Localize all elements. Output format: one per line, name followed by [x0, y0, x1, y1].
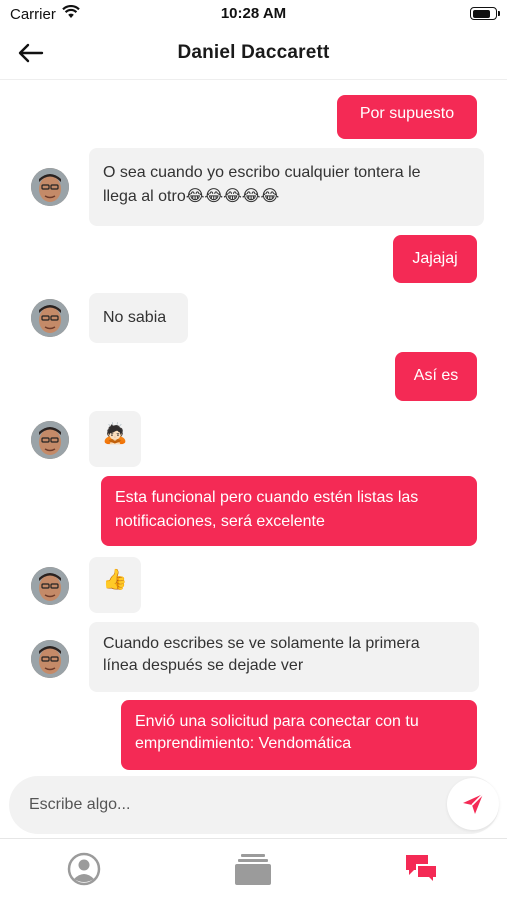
message-emoji: 👍	[102, 569, 128, 591]
message-text-line: llega al otro😂😂😂😂😂	[103, 188, 280, 205]
message-outgoing[interactable]: Por supuesto	[337, 95, 477, 139]
avatar[interactable]	[31, 421, 69, 459]
tab-cards[interactable]	[223, 847, 283, 891]
message-text: Así es	[413, 367, 459, 384]
user-icon	[67, 852, 101, 886]
message-outgoing[interactable]: Así es	[395, 352, 477, 401]
message-text-line: Cuando escribes se ve solamente la prime…	[103, 635, 420, 652]
message-emoji: 🙇🏻	[102, 423, 128, 445]
send-button[interactable]	[447, 778, 499, 830]
status-bar: Carrier 10:28 AM	[0, 0, 507, 28]
message-list[interactable]: Por supuesto O sea cuando yo escribo cua…	[0, 81, 507, 771]
message-input[interactable]	[9, 776, 499, 834]
send-icon	[463, 793, 484, 814]
message-text-line: emprendimiento: Vendomática	[135, 735, 352, 752]
page-title: Daniel Daccarett	[177, 42, 330, 63]
message-incoming[interactable]: Cuando escribes se ve solamente la prime…	[89, 622, 479, 692]
message-text-line: línea después se dejade ver	[103, 657, 304, 674]
battery-level	[472, 9, 491, 18]
message-incoming[interactable]: O sea cuando yo escribo cualquier tonter…	[89, 148, 484, 226]
avatar[interactable]	[31, 299, 69, 337]
avatar[interactable]	[31, 168, 69, 206]
message-incoming[interactable]: 🙇🏻	[89, 411, 141, 467]
tab-profile[interactable]	[54, 847, 114, 891]
message-text: Jajajaj	[412, 250, 458, 267]
avatar[interactable]	[31, 567, 69, 605]
chat-icon	[406, 855, 438, 884]
message-text: No sabia	[103, 309, 167, 326]
message-composer	[0, 772, 507, 838]
avatar[interactable]	[31, 640, 69, 678]
clock: 10:28 AM	[220, 5, 287, 22]
message-text-line: O sea cuando yo escribo cualquier tonter…	[103, 164, 421, 181]
message-incoming[interactable]: 👍	[89, 557, 141, 613]
message-text-line: Envió una solicitud para conectar con tu	[135, 713, 419, 730]
tab-messages[interactable]	[392, 847, 452, 891]
message-text: Por supuesto	[359, 105, 455, 122]
tab-bar	[0, 838, 507, 900]
message-outgoing[interactable]: Jajajaj	[393, 235, 477, 283]
message-incoming[interactable]: No sabia	[89, 293, 188, 343]
message-text-line: Esta funcional pero cuando estén listas …	[115, 489, 419, 506]
cards-icon	[235, 854, 271, 885]
message-outgoing[interactable]: Envió una solicitud para conectar con tu…	[121, 700, 477, 770]
chat-header: Daniel Daccarett	[0, 28, 507, 80]
message-outgoing[interactable]: Esta funcional pero cuando estén listas …	[101, 476, 477, 546]
message-text-line: notificaciones, será excelente	[115, 513, 325, 530]
battery-icon	[470, 7, 500, 20]
